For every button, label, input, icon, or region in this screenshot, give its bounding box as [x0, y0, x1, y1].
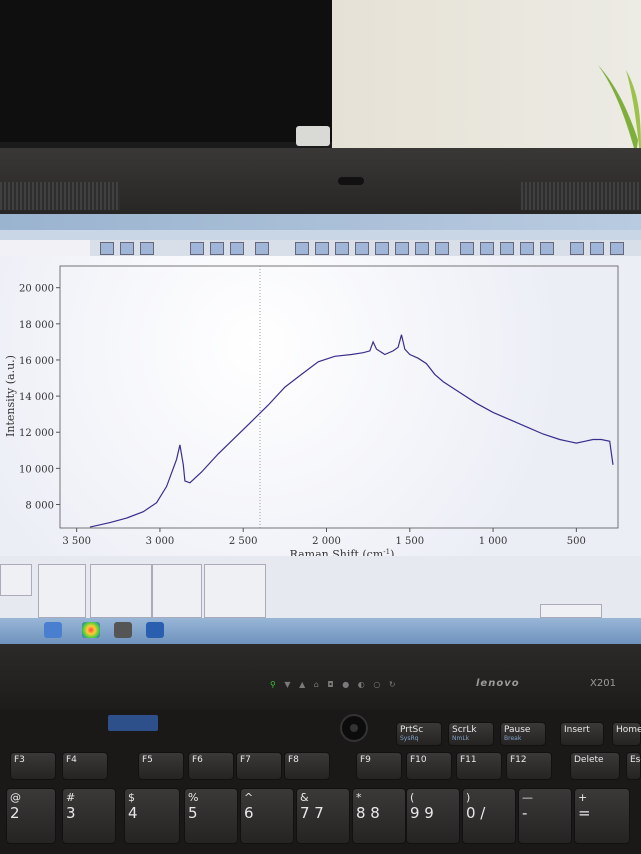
y-tick-label: 20 000 [19, 284, 54, 295]
key-number[interactable]: % 5 [184, 788, 238, 844]
toolbar-icon[interactable] [210, 242, 224, 255]
key-esc[interactable]: Esc [626, 752, 641, 780]
taskbar-app-icon[interactable] [114, 622, 132, 638]
screen-bezel-bottom [0, 644, 641, 710]
key-f7[interactable]: F7 [236, 752, 282, 780]
x-tick-label: 1 500 [395, 536, 424, 547]
plant-leaves [598, 65, 641, 155]
thinkvantage-button[interactable] [108, 715, 158, 731]
key-f12[interactable]: F12 [506, 752, 552, 780]
plot-frame [59, 265, 619, 529]
toolbar-icon[interactable] [395, 242, 409, 255]
toolbar-icon[interactable] [255, 242, 269, 255]
key-f10[interactable]: F10 [406, 752, 452, 780]
key-insert[interactable]: Insert [560, 722, 604, 746]
model-label: X201 [590, 678, 616, 689]
x-tick-label: 3 000 [146, 536, 175, 547]
key-f3[interactable]: F3 [10, 752, 56, 780]
key-number[interactable]: & 7 7 [296, 788, 350, 844]
y-tick-label: 10 000 [19, 464, 54, 475]
key-scrlk[interactable]: ScrLk NmLk [448, 722, 494, 746]
toolbar-icon[interactable] [355, 242, 369, 255]
window-titlebar [0, 214, 641, 230]
lid-vent-left [0, 182, 120, 210]
x-tick-label: 500 [567, 536, 586, 547]
key-number[interactable]: $4 [124, 788, 180, 844]
menu-bar [0, 230, 641, 240]
toolbar-icon[interactable] [415, 242, 429, 255]
toolbar-icon[interactable] [540, 242, 554, 255]
acquisition-settings-panel [152, 564, 202, 618]
toolbar-icon[interactable] [460, 242, 474, 255]
key-pause[interactable]: Pause Break [500, 722, 546, 746]
status-field [540, 604, 602, 618]
toolbar-icon[interactable] [190, 242, 204, 255]
status-leds: ⚲ ▼ ▲ ⌂ ◘ ● ◐ ○ ↻ [270, 680, 399, 689]
laser-panel [0, 564, 32, 596]
toolbar-icon[interactable] [230, 242, 244, 255]
y-tick-label: 14 000 [19, 392, 54, 403]
windows-taskbar [0, 618, 641, 644]
key-number[interactable]: ^ 6 [240, 788, 294, 844]
key-f8[interactable]: F8 [284, 752, 330, 780]
key-f11[interactable]: F11 [456, 752, 502, 780]
toolbar-icon[interactable] [500, 242, 514, 255]
key-number[interactable]: + = [574, 788, 630, 844]
spectrum-line [89, 334, 614, 528]
y-tick-label: 16 000 [19, 356, 54, 367]
toolbar-icon[interactable] [295, 242, 309, 255]
toolbar-icon[interactable] [590, 242, 604, 255]
filter-panel [38, 564, 86, 618]
toolbar-icon[interactable] [480, 242, 494, 255]
toolbar-icon[interactable] [375, 242, 389, 255]
y-axis-label: Intensity (a.u.) [4, 355, 17, 437]
toolbar-icon[interactable] [120, 242, 134, 255]
taskbar-app-icon[interactable] [146, 622, 164, 638]
grating-panel [90, 564, 152, 618]
key-delete[interactable]: Delete [570, 752, 620, 780]
y-tick-label: 8 000 [25, 501, 54, 512]
toolbar-icon[interactable] [435, 242, 449, 255]
acquisition-panel [0, 556, 641, 626]
toolbar-icon[interactable] [335, 242, 349, 255]
x-tick-label: 1 000 [479, 536, 508, 547]
key-prtsc[interactable]: PrtSc SysRq [396, 722, 442, 746]
key-number[interactable]: (9 9 [406, 788, 460, 844]
toolbar-icon[interactable] [140, 242, 154, 255]
toolbar-icon[interactable] [520, 242, 534, 255]
toolbar-icon[interactable] [570, 242, 584, 255]
toolbar-icon[interactable] [100, 242, 114, 255]
toolbar-icon[interactable] [315, 242, 329, 255]
toolbar-icon[interactable] [610, 242, 624, 255]
y-tick-label: 18 000 [19, 320, 54, 331]
lid-vent-right [521, 182, 641, 210]
brand-logo: lenovo [476, 678, 520, 689]
x-tick-label: 2 000 [312, 536, 341, 547]
taskbar-app-icon[interactable] [82, 622, 100, 638]
x-tick-label: 2 500 [229, 536, 258, 547]
taskbar-app-icon[interactable] [44, 622, 62, 638]
toolbar [90, 240, 641, 256]
key-f6[interactable]: F6 [188, 752, 234, 780]
key-number[interactable]: #3 [62, 788, 116, 844]
power-button[interactable] [340, 714, 368, 742]
key-home[interactable]: Home [612, 722, 641, 746]
background-monitor [0, 0, 332, 148]
y-tick-label: 12 000 [19, 428, 54, 439]
x-tick-label: 3 500 [62, 536, 91, 547]
key-f5[interactable]: F5 [138, 752, 184, 780]
key-number[interactable]: — - [518, 788, 572, 844]
laptop-screen: 8 000 10 000 12 000 14 000 16 000 18 000 20 00… [0, 214, 641, 644]
key-f9[interactable]: F9 [356, 752, 402, 780]
raman-spectrum-chart[interactable]: 8 000 10 000 12 000 14 000 16 000 18 000 20 00… [0, 256, 641, 566]
key-number[interactable]: ) 0 / [462, 788, 516, 844]
xyz-coords-panel [204, 564, 266, 618]
monitor-stand [296, 126, 330, 146]
key-number[interactable]: @2 [6, 788, 56, 844]
key-f4[interactable]: F4 [62, 752, 108, 780]
key-number[interactable]: * 8 8 [352, 788, 406, 844]
webcam [338, 177, 364, 185]
